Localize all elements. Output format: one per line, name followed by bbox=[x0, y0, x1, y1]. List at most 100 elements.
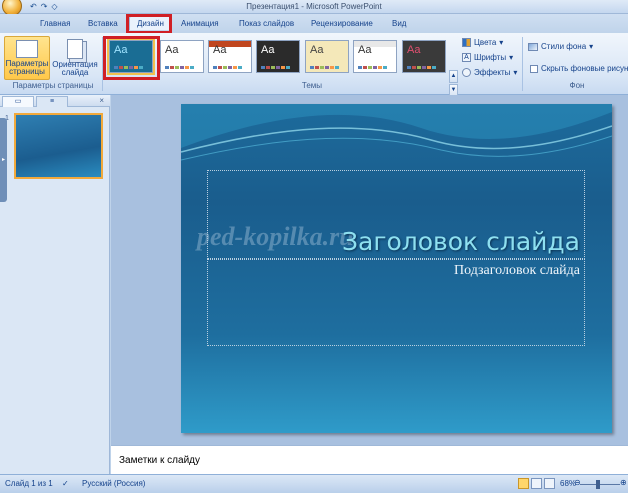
background-group-label: Фон bbox=[569, 81, 585, 90]
chevron-down-icon: ▾ bbox=[589, 42, 594, 51]
theme-thumbnail[interactable]: Aa bbox=[256, 40, 300, 73]
theme-swatch bbox=[412, 66, 416, 69]
theme-swatch bbox=[417, 66, 421, 69]
theme-swatch bbox=[378, 66, 382, 69]
theme-swatch bbox=[325, 66, 329, 69]
theme-sample-text: Aa bbox=[165, 44, 179, 56]
theme-fonts-button[interactable]: A Шрифты ▾ bbox=[462, 53, 513, 62]
theme-sample-text: Aa bbox=[407, 44, 421, 56]
notes-pane[interactable]: Заметки к слайду bbox=[111, 445, 628, 474]
slideshow-view-button[interactable] bbox=[544, 478, 555, 489]
close-icon[interactable]: × bbox=[99, 96, 104, 105]
chevron-down-icon: ▾ bbox=[499, 38, 504, 47]
theme-swatch bbox=[335, 66, 339, 69]
theme-swatch bbox=[261, 66, 265, 69]
slide-editor: ped-kopilka.ru Заголовок слайда Подзагол… bbox=[111, 95, 628, 445]
theme-swatch bbox=[315, 66, 319, 69]
page-setup-group-label: Параметры страницы bbox=[12, 81, 94, 90]
ribbon-separator bbox=[522, 37, 523, 91]
tab-outline[interactable]: ≡ bbox=[36, 96, 68, 107]
theme-swatch bbox=[170, 66, 174, 69]
background-styles-button[interactable]: Стили фона ▾ bbox=[528, 42, 593, 51]
theme-thumbnail[interactable]: Aa bbox=[305, 40, 349, 73]
theme-fonts-label: Шрифты bbox=[474, 53, 507, 62]
title-placeholder[interactable]: Заголовок слайда bbox=[207, 170, 585, 259]
theme-swatch bbox=[407, 66, 411, 69]
slide-title: Заголовок слайда bbox=[341, 227, 580, 256]
chevron-down-icon: ▾ bbox=[509, 53, 514, 62]
effects-icon bbox=[462, 68, 471, 77]
slide-sorter-button[interactable] bbox=[531, 478, 542, 489]
theme-swatch bbox=[223, 66, 227, 69]
slide-canvas[interactable]: ped-kopilka.ru Заголовок слайда Подзагол… bbox=[181, 104, 612, 433]
theme-color-swatches bbox=[165, 66, 194, 69]
language-indicator[interactable]: Русский (Россия) bbox=[82, 479, 145, 488]
slides-panel: ▭ ≡ × 1 bbox=[0, 95, 110, 474]
zoom-out-icon[interactable]: ⊖ bbox=[574, 478, 581, 487]
theme-swatch bbox=[432, 66, 436, 69]
tab-home[interactable]: Главная bbox=[40, 19, 70, 28]
theme-swatch bbox=[383, 66, 387, 69]
subtitle-placeholder[interactable]: Подзаголовок слайда bbox=[207, 259, 585, 346]
theme-swatch bbox=[213, 66, 217, 69]
slide-orientation-button[interactable]: Ориентация слайда bbox=[52, 36, 98, 80]
themes-group-label: Темы bbox=[301, 81, 323, 90]
theme-swatch bbox=[427, 66, 431, 69]
panel-tabs: ▭ ≡ × bbox=[0, 95, 110, 107]
ribbon: Параметры страницы Ориентация слайда Пар… bbox=[0, 33, 628, 112]
notes-placeholder: Заметки к слайду bbox=[119, 455, 200, 466]
design-tab-highlight bbox=[126, 14, 172, 34]
tab-animation[interactable]: Анимация bbox=[181, 19, 219, 28]
theme-swatch bbox=[363, 66, 367, 69]
page-setup-button[interactable]: Параметры страницы bbox=[4, 36, 50, 80]
theme-colors-label: Цвета bbox=[474, 38, 497, 47]
tab-slides[interactable]: ▭ bbox=[2, 96, 34, 107]
theme-thumbnail[interactable]: Aa bbox=[208, 40, 252, 73]
hide-background-label: Скрыть фоновые рисунки bbox=[541, 64, 628, 73]
background-styles-icon bbox=[528, 42, 538, 51]
normal-view-button[interactable] bbox=[518, 478, 529, 489]
theme-thumbnail[interactable]: Aa bbox=[353, 40, 397, 73]
theme-highlight bbox=[103, 36, 160, 80]
theme-sample-text: Aa bbox=[261, 44, 275, 56]
theme-swatch bbox=[165, 66, 169, 69]
theme-swatch bbox=[422, 66, 426, 69]
zoom-slider-thumb[interactable] bbox=[596, 480, 600, 489]
tab-slideshow[interactable]: Показ слайдов bbox=[239, 19, 294, 28]
panel-expand-handle[interactable]: ▸ bbox=[0, 118, 7, 202]
theme-color-swatches bbox=[261, 66, 290, 69]
theme-sample-text: Aa bbox=[358, 44, 372, 56]
orientation-label: Ориентация слайда bbox=[52, 60, 98, 77]
tab-view[interactable]: Вид bbox=[392, 19, 406, 28]
hide-background-checkbox[interactable]: Скрыть фоновые рисунки bbox=[530, 64, 628, 73]
spellcheck-icon[interactable]: ✓ bbox=[62, 479, 69, 488]
slide-subtitle: Подзаголовок слайда bbox=[454, 263, 580, 278]
zoom-in-icon[interactable]: ⊕ bbox=[620, 478, 627, 487]
window-title: Презентация1 - Microsoft PowerPoint bbox=[246, 2, 382, 11]
zoom-slider[interactable] bbox=[580, 484, 620, 485]
theme-swatch bbox=[180, 66, 184, 69]
orientation-icon bbox=[67, 39, 83, 59]
theme-effects-button[interactable]: Эффекты ▾ bbox=[462, 68, 517, 77]
theme-color-swatches bbox=[310, 66, 339, 69]
theme-color-swatches bbox=[213, 66, 242, 69]
slide-counter: Слайд 1 из 1 bbox=[5, 479, 53, 488]
slide-thumbnail[interactable] bbox=[14, 113, 103, 179]
theme-thumbnail[interactable]: Aa bbox=[402, 40, 446, 73]
page-setup-icon bbox=[16, 40, 38, 58]
chevron-down-icon: ▾ bbox=[513, 68, 518, 77]
ribbon-tabs: Главная Вставка Дизайн Анимация Показ сл… bbox=[0, 14, 628, 34]
theme-swatch bbox=[286, 66, 290, 69]
theme-swatch bbox=[266, 66, 270, 69]
theme-swatch bbox=[190, 66, 194, 69]
tab-review[interactable]: Рецензирование bbox=[311, 19, 373, 28]
page-setup-label: Параметры страницы bbox=[5, 59, 49, 76]
theme-colors-button[interactable]: Цвета ▾ bbox=[462, 38, 503, 47]
theme-swatch bbox=[218, 66, 222, 69]
theme-sample-text: Aa bbox=[310, 44, 324, 56]
theme-thumbnail[interactable]: Aa bbox=[160, 40, 204, 73]
theme-swatch bbox=[281, 66, 285, 69]
theme-swatch bbox=[358, 66, 362, 69]
theme-swatch bbox=[271, 66, 275, 69]
tab-insert[interactable]: Вставка bbox=[88, 19, 118, 28]
